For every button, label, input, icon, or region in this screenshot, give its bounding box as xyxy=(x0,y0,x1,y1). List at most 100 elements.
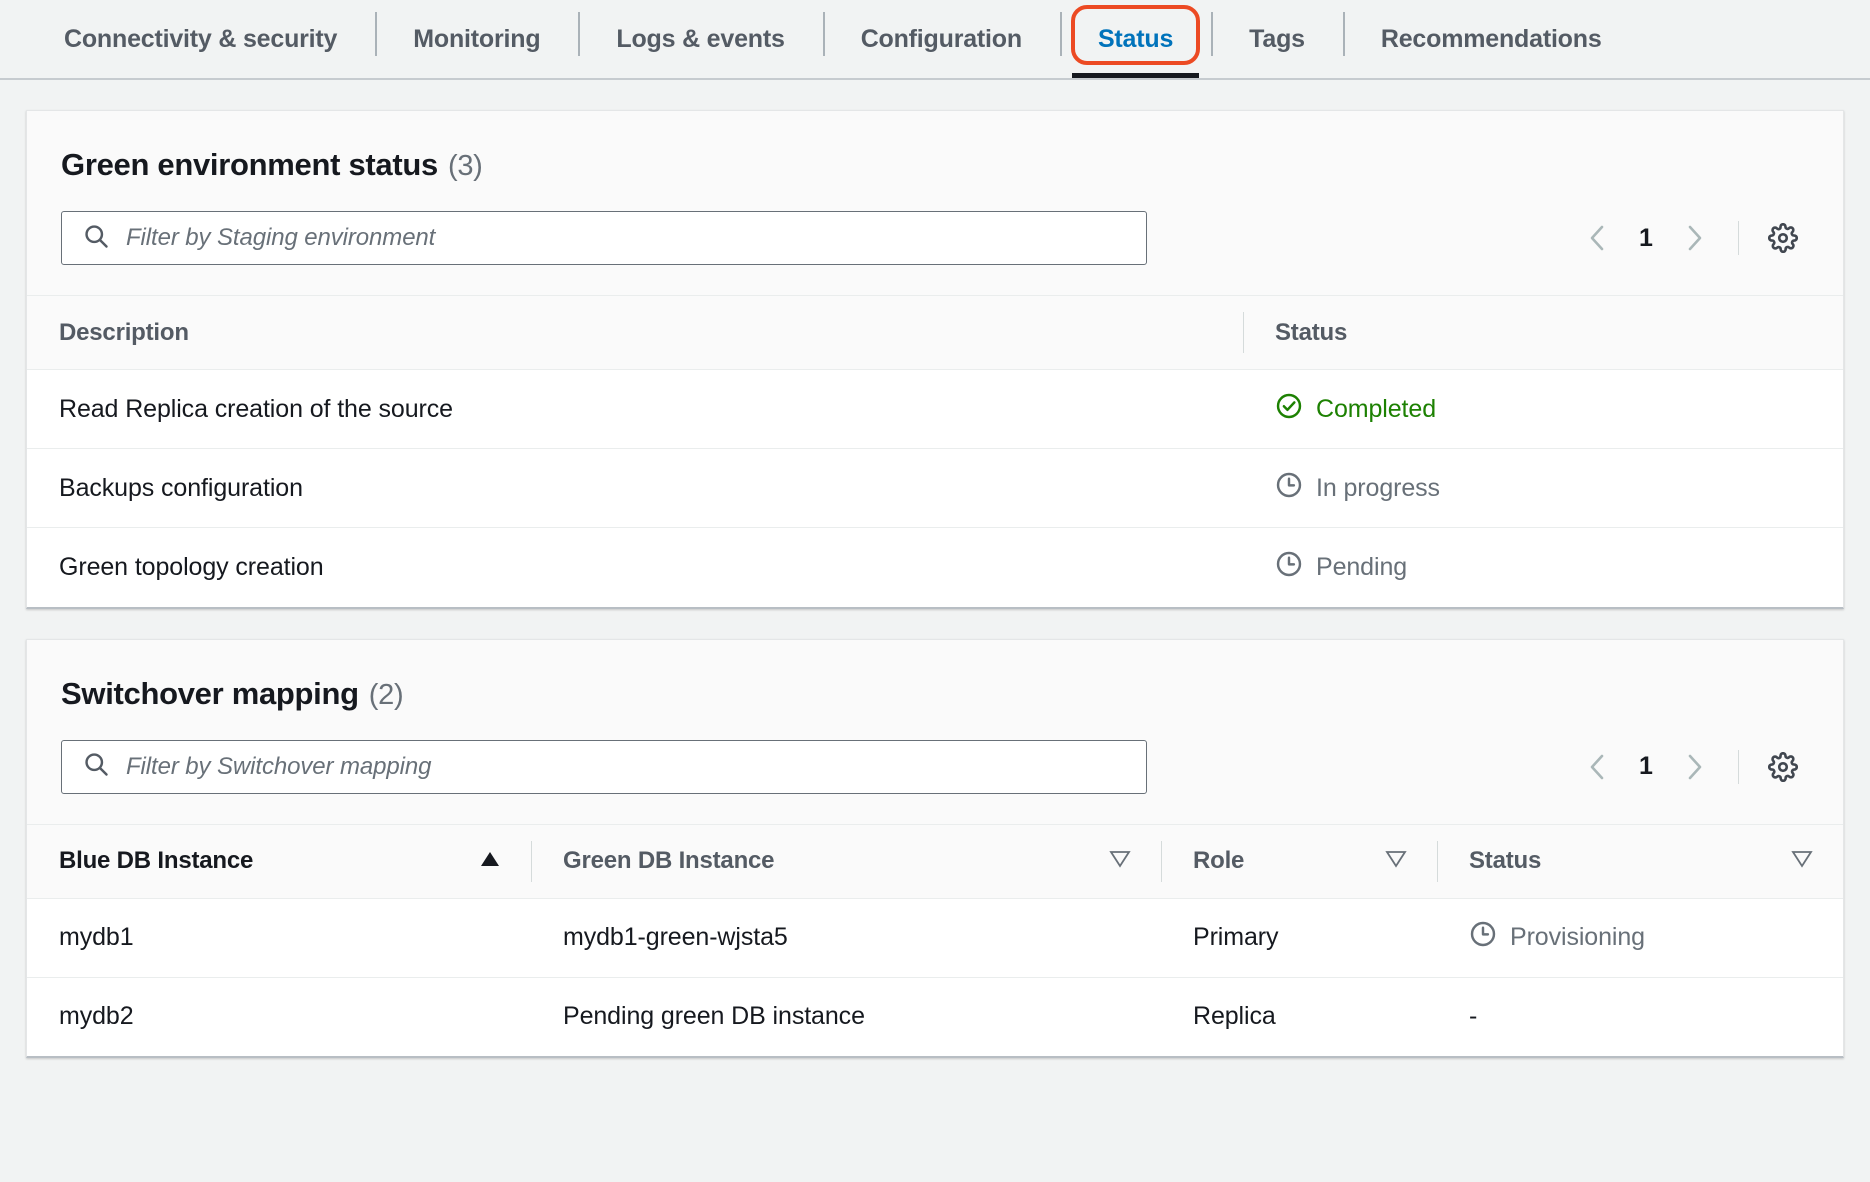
table-toolbar: Filter by Staging environment 1 xyxy=(27,183,1843,295)
chevron-left-icon xyxy=(1586,223,1610,253)
cell-description: Backups configuration xyxy=(27,449,1243,528)
table-row: Read Replica creation of the source Comp… xyxy=(27,370,1843,449)
previous-page-button[interactable] xyxy=(1572,212,1624,264)
column-header-status[interactable]: Status xyxy=(1437,824,1843,898)
clock-icon xyxy=(1275,550,1303,585)
tab-connectivity-security[interactable]: Connectivity & security xyxy=(26,0,375,78)
next-page-button[interactable] xyxy=(1668,741,1720,793)
cell-green-db-instance: mydb1-green-wjsta5 xyxy=(531,898,1161,977)
tab-label: Logs & events xyxy=(616,25,784,54)
column-header-label: Status xyxy=(1275,319,1347,347)
table-header-row: Blue DB Instance Green DB Instance xyxy=(27,824,1843,898)
chevron-right-icon xyxy=(1682,752,1706,782)
tab-tags[interactable]: Tags xyxy=(1211,0,1343,78)
cell-blue-db-instance: mydb1 xyxy=(27,898,531,977)
tab-logs-events[interactable]: Logs & events xyxy=(578,0,822,78)
switchover-mapping-filter-input[interactable]: Filter by Switchover mapping xyxy=(61,740,1147,794)
item-count: (3) xyxy=(448,150,483,183)
search-icon xyxy=(82,222,110,255)
toolbar-divider xyxy=(1738,750,1739,784)
sort-none-icon xyxy=(1109,847,1131,875)
previous-page-button[interactable] xyxy=(1572,741,1624,793)
green-environment-status-table: Description Status Read Replica creation… xyxy=(27,295,1843,607)
card-title-text: Switchover mapping xyxy=(61,676,359,712)
staging-environment-filter-input[interactable]: Filter by Staging environment xyxy=(61,211,1147,265)
column-header-green-db-instance[interactable]: Green DB Instance xyxy=(531,824,1161,898)
column-header-role[interactable]: Role xyxy=(1161,824,1437,898)
item-count: (2) xyxy=(369,679,404,712)
sort-none-icon xyxy=(1385,847,1407,875)
column-header-label: Green DB Instance xyxy=(563,847,774,875)
clock-icon xyxy=(1469,920,1497,955)
cell-role: Replica xyxy=(1161,977,1437,1056)
tab-monitoring[interactable]: Monitoring xyxy=(375,0,578,78)
next-page-button[interactable] xyxy=(1668,212,1720,264)
sort-ascending-icon xyxy=(479,847,501,875)
tab-label: Monitoring xyxy=(413,25,540,54)
table-header-row: Description Status xyxy=(27,296,1843,370)
status-badge: Pending xyxy=(1316,553,1407,582)
status-tab-content: Green environment status (3) Filter by S… xyxy=(0,110,1870,1058)
table-row: Green topology creation Pending xyxy=(27,528,1843,607)
switchover-mapping-card: Switchover mapping (2) Filter by Switcho… xyxy=(26,639,1844,1059)
green-environment-status-card: Green environment status (3) Filter by S… xyxy=(26,110,1844,609)
cell-role: Primary xyxy=(1161,898,1437,977)
status-badge: Completed xyxy=(1316,395,1436,424)
page-title: Green environment status (3) xyxy=(61,147,1809,183)
status-badge: Provisioning xyxy=(1510,923,1645,952)
filter-placeholder: Filter by Switchover mapping xyxy=(126,753,431,781)
cell-status: Completed xyxy=(1243,370,1843,449)
tab-recommendations[interactable]: Recommendations xyxy=(1343,0,1640,78)
column-header-status[interactable]: Status xyxy=(1243,296,1843,370)
current-page-number[interactable]: 1 xyxy=(1624,752,1668,781)
cell-status: - xyxy=(1437,977,1843,1056)
status-badge: In progress xyxy=(1316,474,1440,503)
cell-blue-db-instance: mydb2 xyxy=(27,977,531,1056)
sort-none-icon xyxy=(1791,847,1813,875)
table-row: Backups configuration In progress xyxy=(27,449,1843,528)
filter-placeholder: Filter by Staging environment xyxy=(126,224,435,252)
table-toolbar: Filter by Switchover mapping 1 xyxy=(27,712,1843,824)
cell-status: In progress xyxy=(1243,449,1843,528)
column-header-label: Blue DB Instance xyxy=(59,847,253,875)
chevron-right-icon xyxy=(1682,223,1706,253)
table-row: mydb1 mydb1-green-wjsta5 Primary Provisi xyxy=(27,898,1843,977)
status-badge: - xyxy=(1469,1002,1477,1030)
column-header-label: Status xyxy=(1469,847,1541,875)
cell-description: Read Replica creation of the source xyxy=(27,370,1243,449)
table-preferences-button[interactable] xyxy=(1757,212,1809,264)
tab-status[interactable]: Status xyxy=(1060,0,1211,78)
card-header: Green environment status (3) xyxy=(27,111,1843,183)
cell-green-db-instance: Pending green DB instance xyxy=(531,977,1161,1056)
pagination-controls: 1 xyxy=(1572,740,1809,794)
chevron-left-icon xyxy=(1586,752,1610,782)
current-page-number[interactable]: 1 xyxy=(1624,224,1668,253)
table-row: mydb2 Pending green DB instance Replica … xyxy=(27,977,1843,1056)
gear-icon xyxy=(1768,752,1798,782)
toolbar-divider xyxy=(1738,221,1739,255)
tab-label: Status xyxy=(1098,25,1173,54)
tab-label: Configuration xyxy=(861,25,1022,54)
pagination-controls: 1 xyxy=(1572,211,1809,265)
cell-status: Pending xyxy=(1243,528,1843,607)
tab-label: Tags xyxy=(1249,25,1305,54)
tab-label: Connectivity & security xyxy=(64,25,337,54)
column-header-description[interactable]: Description xyxy=(27,296,1243,370)
table-preferences-button[interactable] xyxy=(1757,741,1809,793)
instance-detail-tabs: Connectivity & security Monitoring Logs … xyxy=(0,0,1870,80)
cell-status: Provisioning xyxy=(1437,898,1843,977)
card-header: Switchover mapping (2) xyxy=(27,640,1843,712)
column-header-blue-db-instance[interactable]: Blue DB Instance xyxy=(27,824,531,898)
section-title: Switchover mapping (2) xyxy=(61,676,1809,712)
clock-icon xyxy=(1275,471,1303,506)
search-icon xyxy=(82,750,110,783)
column-header-label: Description xyxy=(59,319,189,347)
gear-icon xyxy=(1768,223,1798,253)
check-circle-icon xyxy=(1275,392,1303,427)
switchover-mapping-table: Blue DB Instance Green DB Instance xyxy=(27,824,1843,1057)
column-header-label: Role xyxy=(1193,847,1244,875)
tab-configuration[interactable]: Configuration xyxy=(823,0,1060,78)
card-title-text: Green environment status xyxy=(61,147,438,183)
tab-label: Recommendations xyxy=(1381,25,1602,54)
cell-description: Green topology creation xyxy=(27,528,1243,607)
